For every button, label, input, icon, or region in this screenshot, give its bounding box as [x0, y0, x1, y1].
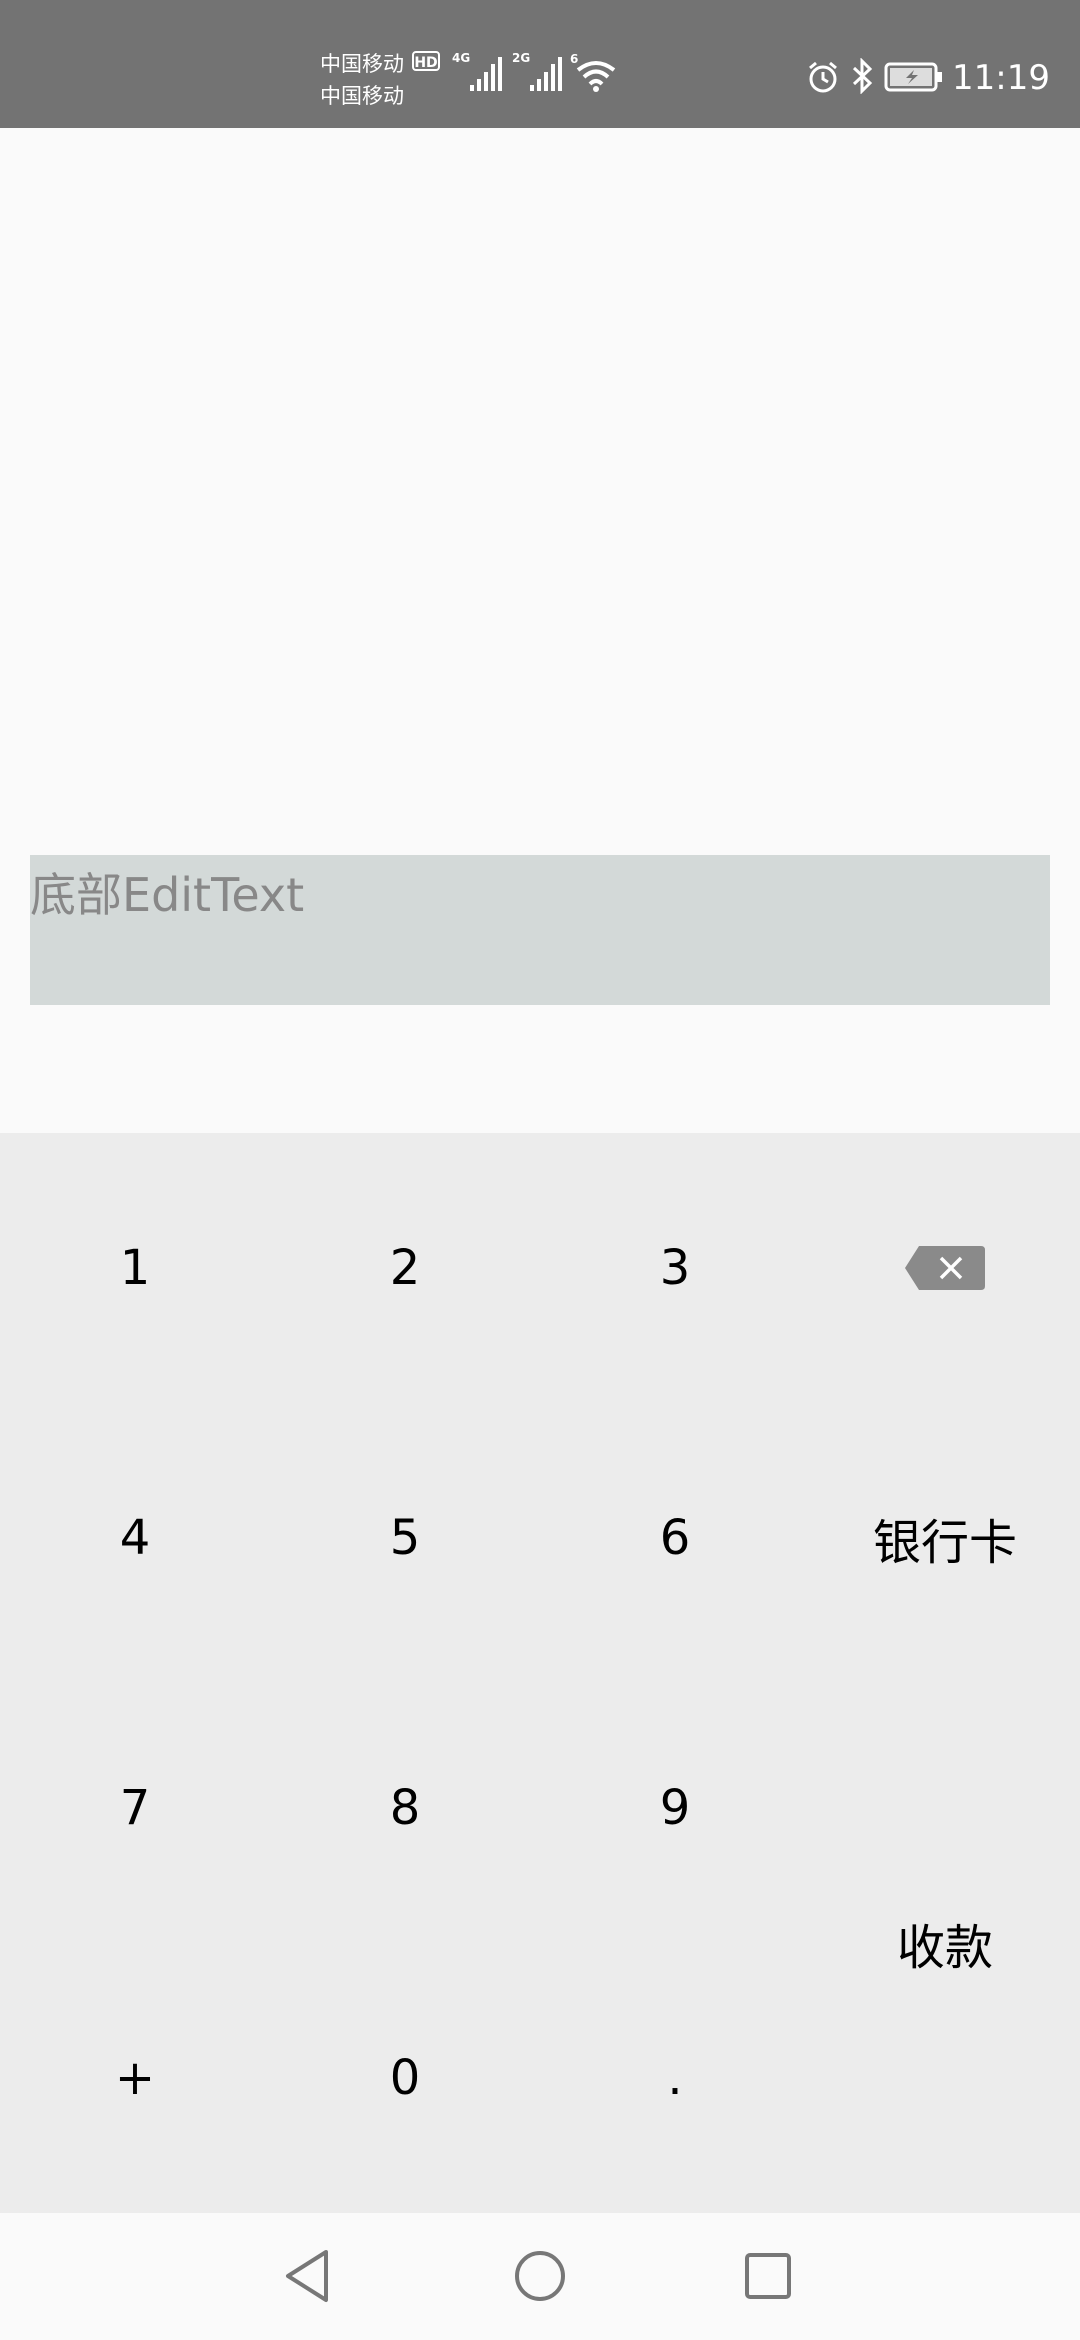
delete-button[interactable] [810, 1133, 1080, 1403]
backspace-icon [905, 1246, 985, 1290]
key-1[interactable]: 1 [0, 1133, 270, 1403]
home-icon [515, 2251, 565, 2301]
collect-payment-button[interactable]: 收款 [810, 1673, 1080, 2213]
key-9[interactable]: 9 [540, 1673, 810, 1943]
carrier-1-label: 中国移动 [320, 52, 404, 76]
carrier-2-label: 中国移动 [320, 84, 404, 108]
numeric-keyboard: 1 2 3 4 5 6 银行卡 7 8 9 收款 + 0 . [0, 1133, 1080, 2213]
key-2[interactable]: 2 [270, 1133, 540, 1403]
status-bar: 中国移动 中国移动 HD 4G 2G 6 11:19 [0, 0, 1080, 128]
alarm-icon [809, 61, 837, 93]
bluetooth-icon [852, 58, 873, 94]
recents-button[interactable] [732, 2240, 804, 2312]
key-0[interactable]: 0 [270, 1943, 540, 2213]
bottom-edit-text[interactable]: 底部EditText [30, 855, 1050, 1005]
recents-icon [745, 2253, 791, 2299]
bank-card-button[interactable]: 银行卡 [810, 1403, 1080, 1673]
carrier-info: 中国移动 中国移动 [320, 48, 410, 112]
key-dot[interactable]: . [540, 1943, 810, 2213]
key-plus[interactable]: + [0, 1943, 270, 2213]
back-icon [286, 2250, 328, 2302]
edit-text-hint: 底部EditText [30, 868, 305, 922]
key-7[interactable]: 7 [0, 1673, 270, 1943]
hd-badge: HD [412, 51, 440, 71]
clock: 11:19 [952, 58, 1050, 98]
key-6[interactable]: 6 [540, 1403, 810, 1673]
key-8[interactable]: 8 [270, 1673, 540, 1943]
key-3[interactable]: 3 [540, 1133, 810, 1403]
key-5[interactable]: 5 [270, 1403, 540, 1673]
key-4[interactable]: 4 [0, 1403, 270, 1673]
home-button[interactable] [504, 2240, 576, 2312]
navigation-bar [0, 2213, 1080, 2340]
battery-charging-icon [884, 62, 942, 92]
back-button[interactable] [272, 2240, 344, 2312]
